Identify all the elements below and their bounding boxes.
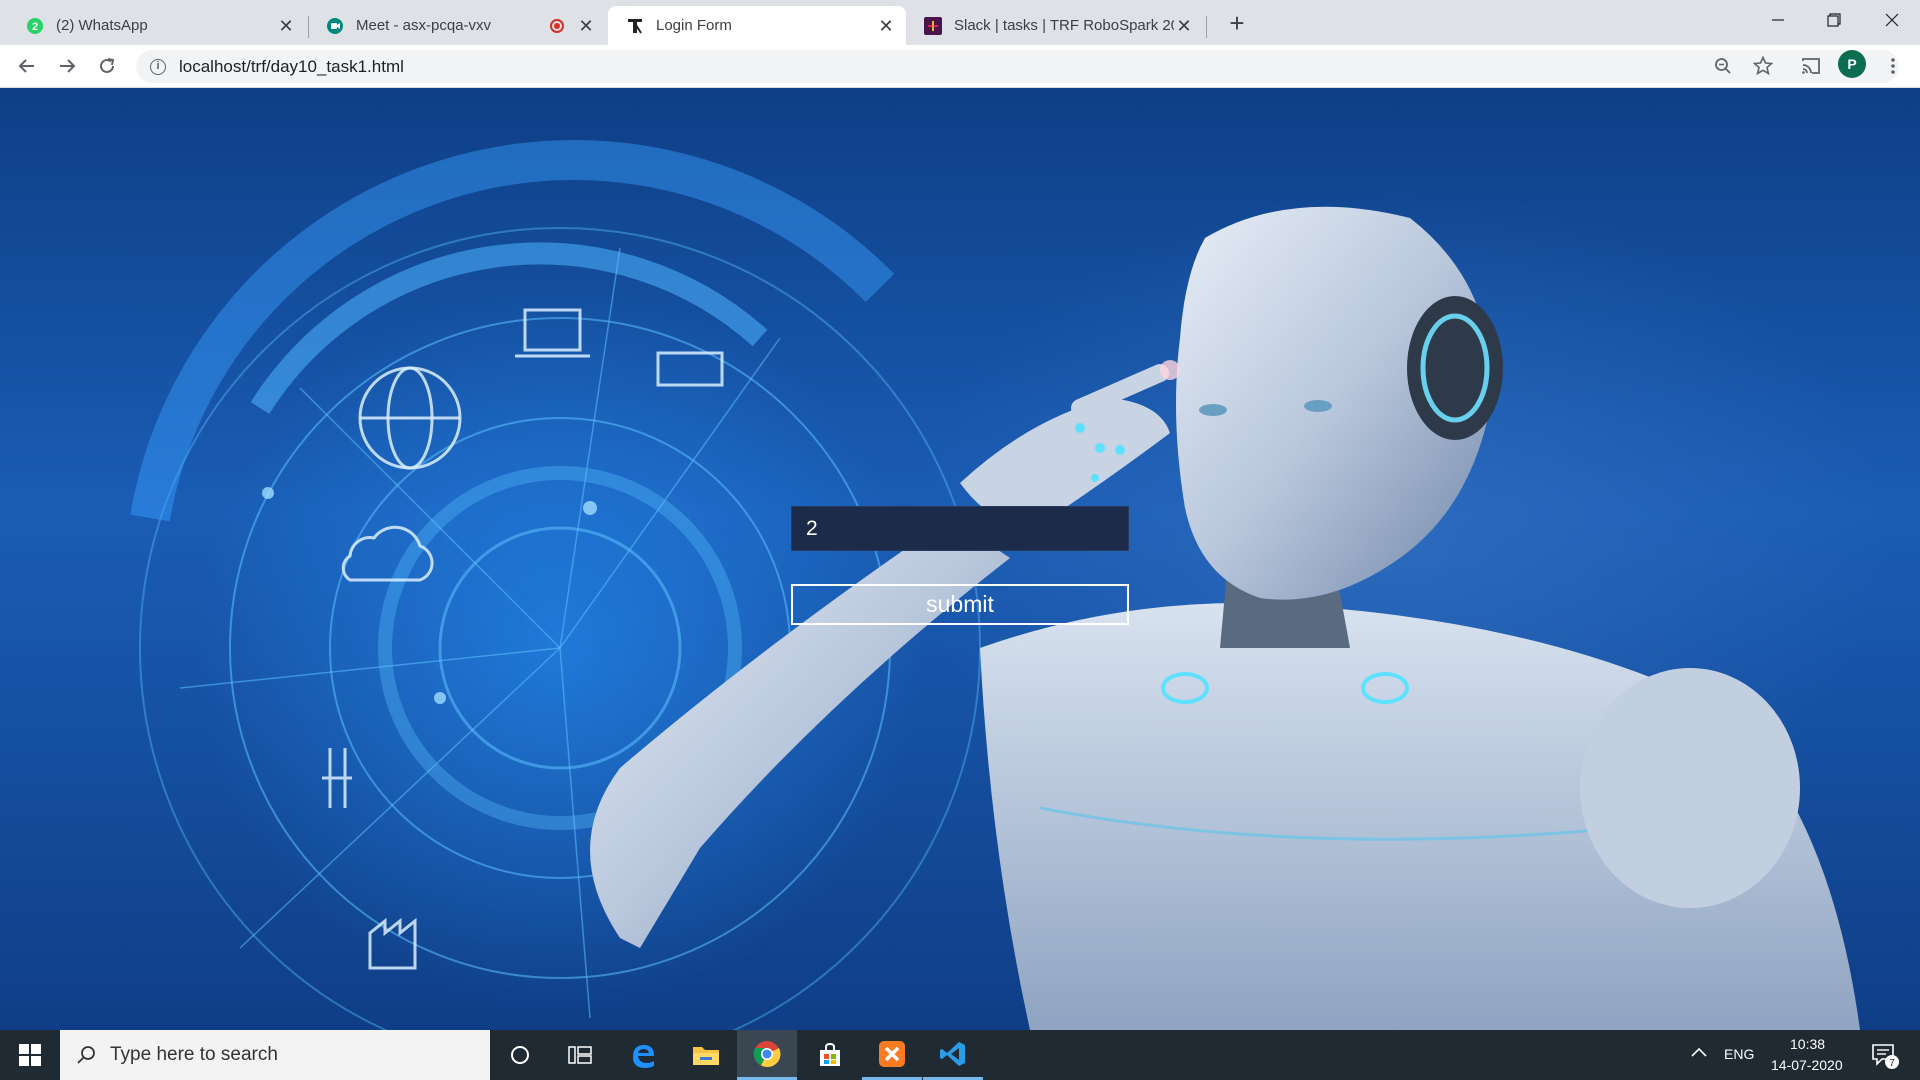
store-icon [820, 1042, 840, 1066]
tab-title: Meet - asx-pcqa-vxv [356, 17, 492, 34]
reload-button[interactable] [92, 51, 122, 81]
more-vertical-icon [1891, 58, 1895, 74]
chrome-icon [753, 1040, 781, 1067]
taskbar-chrome[interactable] [737, 1030, 797, 1080]
cast-icon [1802, 58, 1820, 74]
windows-logo-icon [19, 1044, 41, 1066]
whatsapp-icon: 2 [26, 17, 44, 35]
action-center-button[interactable]: 7 [1870, 1040, 1900, 1070]
info-icon[interactable]: i [150, 58, 166, 75]
tab-whatsapp[interactable]: 2 (2) WhatsApp ✕ [8, 6, 306, 45]
taskbar-vscode[interactable] [923, 1030, 983, 1080]
tab-meet[interactable]: Meet - asx-pcqa-vxv ✕ [308, 6, 606, 45]
browser-toolbar: i localhost/trf/day10_task1.html [0, 45, 1920, 88]
taskbar-store[interactable] [800, 1030, 860, 1080]
minimize-button[interactable] [1748, 0, 1808, 40]
folder-icon [693, 1047, 719, 1065]
tab-strip: 2 (2) WhatsApp ✕ Meet - asx-pcqa-vxv ✕ L… [0, 0, 1920, 45]
tab-slack[interactable]: Slack | tasks | TRF RoboSpark 202 ✕ [906, 6, 1204, 45]
svg-text:2: 2 [32, 21, 38, 33]
restore-button[interactable] [1804, 0, 1864, 40]
clock-date[interactable]: 14-07-2020 [1771, 1057, 1843, 1073]
minimize-icon [1772, 19, 1784, 21]
meet-icon [326, 17, 344, 35]
bookmark-button[interactable] [1748, 51, 1778, 81]
taskbar-search-box[interactable]: Type here to search [60, 1030, 490, 1080]
tab-title: Login Form [656, 17, 732, 34]
language-indicator[interactable]: ENG [1724, 1046, 1754, 1062]
submit-button[interactable]: submit [791, 584, 1129, 625]
star-icon [1753, 56, 1773, 76]
close-icon[interactable]: ✕ [1174, 16, 1194, 36]
taskbar-edge[interactable] [613, 1030, 673, 1080]
show-hidden-icons-button[interactable] [1690, 1044, 1708, 1067]
arrow-right-icon [60, 59, 76, 73]
page-logo-icon [626, 17, 644, 35]
address-bar[interactable]: i localhost/trf/day10_task1.html [136, 50, 1899, 83]
task-view-button[interactable] [550, 1030, 610, 1080]
window-close-button[interactable] [1862, 0, 1920, 40]
windows-taskbar: Type here to search ENG 10:38 14-07-2020… [0, 1030, 1920, 1080]
tab-title: (2) WhatsApp [56, 17, 148, 34]
cortana-button[interactable] [490, 1030, 550, 1080]
notification-icon: 7 [1872, 1044, 1899, 1069]
close-icon[interactable]: ✕ [276, 16, 296, 36]
chevron-up-icon [1691, 1047, 1707, 1057]
close-icon[interactable]: ✕ [876, 16, 896, 36]
restore-icon [1827, 13, 1841, 27]
recording-icon [550, 18, 564, 33]
reload-icon [100, 58, 115, 73]
cast-button[interactable] [1796, 51, 1826, 81]
new-tab-button[interactable]: + [1222, 8, 1252, 38]
vscode-icon [940, 1041, 965, 1066]
tab-divider [1206, 16, 1207, 38]
zoom-out-icon [1715, 58, 1731, 74]
taskbar-xampp[interactable] [862, 1030, 922, 1080]
profile-avatar[interactable]: P [1838, 50, 1866, 78]
arrow-left-icon [18, 59, 34, 73]
cortana-icon [511, 1046, 529, 1064]
close-icon[interactable]: ✕ [576, 16, 596, 36]
slack-icon [924, 16, 942, 35]
clock-time[interactable]: 10:38 [1790, 1036, 1825, 1052]
tab-title: Slack | tasks | TRF RoboSpark 202 [954, 17, 1174, 34]
taskbar-file-explorer[interactable] [676, 1030, 736, 1080]
robot-illustration [590, 206, 1860, 1030]
start-button[interactable] [0, 1030, 60, 1080]
menu-button[interactable] [1878, 51, 1908, 81]
task-view-icon [568, 1046, 592, 1064]
search-placeholder: Type here to search [110, 1044, 278, 1065]
page-viewport: submit [0, 88, 1920, 1030]
search-icon [77, 1046, 95, 1064]
url-text: localhost/trf/day10_task1.html [179, 56, 404, 76]
zoom-button[interactable] [1708, 51, 1738, 81]
close-icon [1885, 13, 1899, 27]
forward-button[interactable] [52, 51, 82, 81]
text-input[interactable] [791, 506, 1129, 551]
back-button[interactable] [12, 51, 42, 81]
xampp-icon [879, 1040, 905, 1067]
tab-login-form[interactable]: Login Form ✕ [608, 6, 906, 45]
notification-count: 7 [1889, 1058, 1895, 1069]
edge-icon [633, 1045, 654, 1068]
